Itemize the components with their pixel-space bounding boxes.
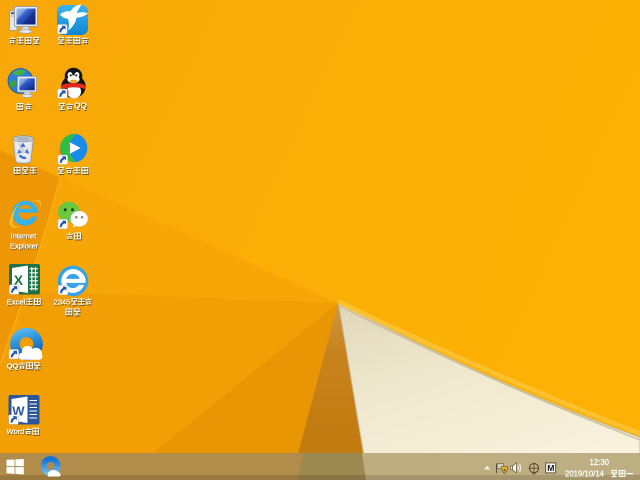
svg-text:M: M [547, 463, 554, 473]
svg-text:2345: 2345 [54, 298, 71, 307]
svg-text:2019/10/14: 2019/10/14 [565, 469, 605, 478]
svg-text:12:30: 12:30 [590, 458, 610, 467]
svg-text:Internet: Internet [11, 231, 38, 240]
svg-text:QQ: QQ [74, 101, 88, 111]
svg-text:Explorer: Explorer [10, 242, 39, 251]
svg-text:Excel: Excel [7, 298, 26, 307]
svg-text:Word: Word [7, 427, 25, 436]
svg-text:QQ: QQ [7, 362, 19, 371]
